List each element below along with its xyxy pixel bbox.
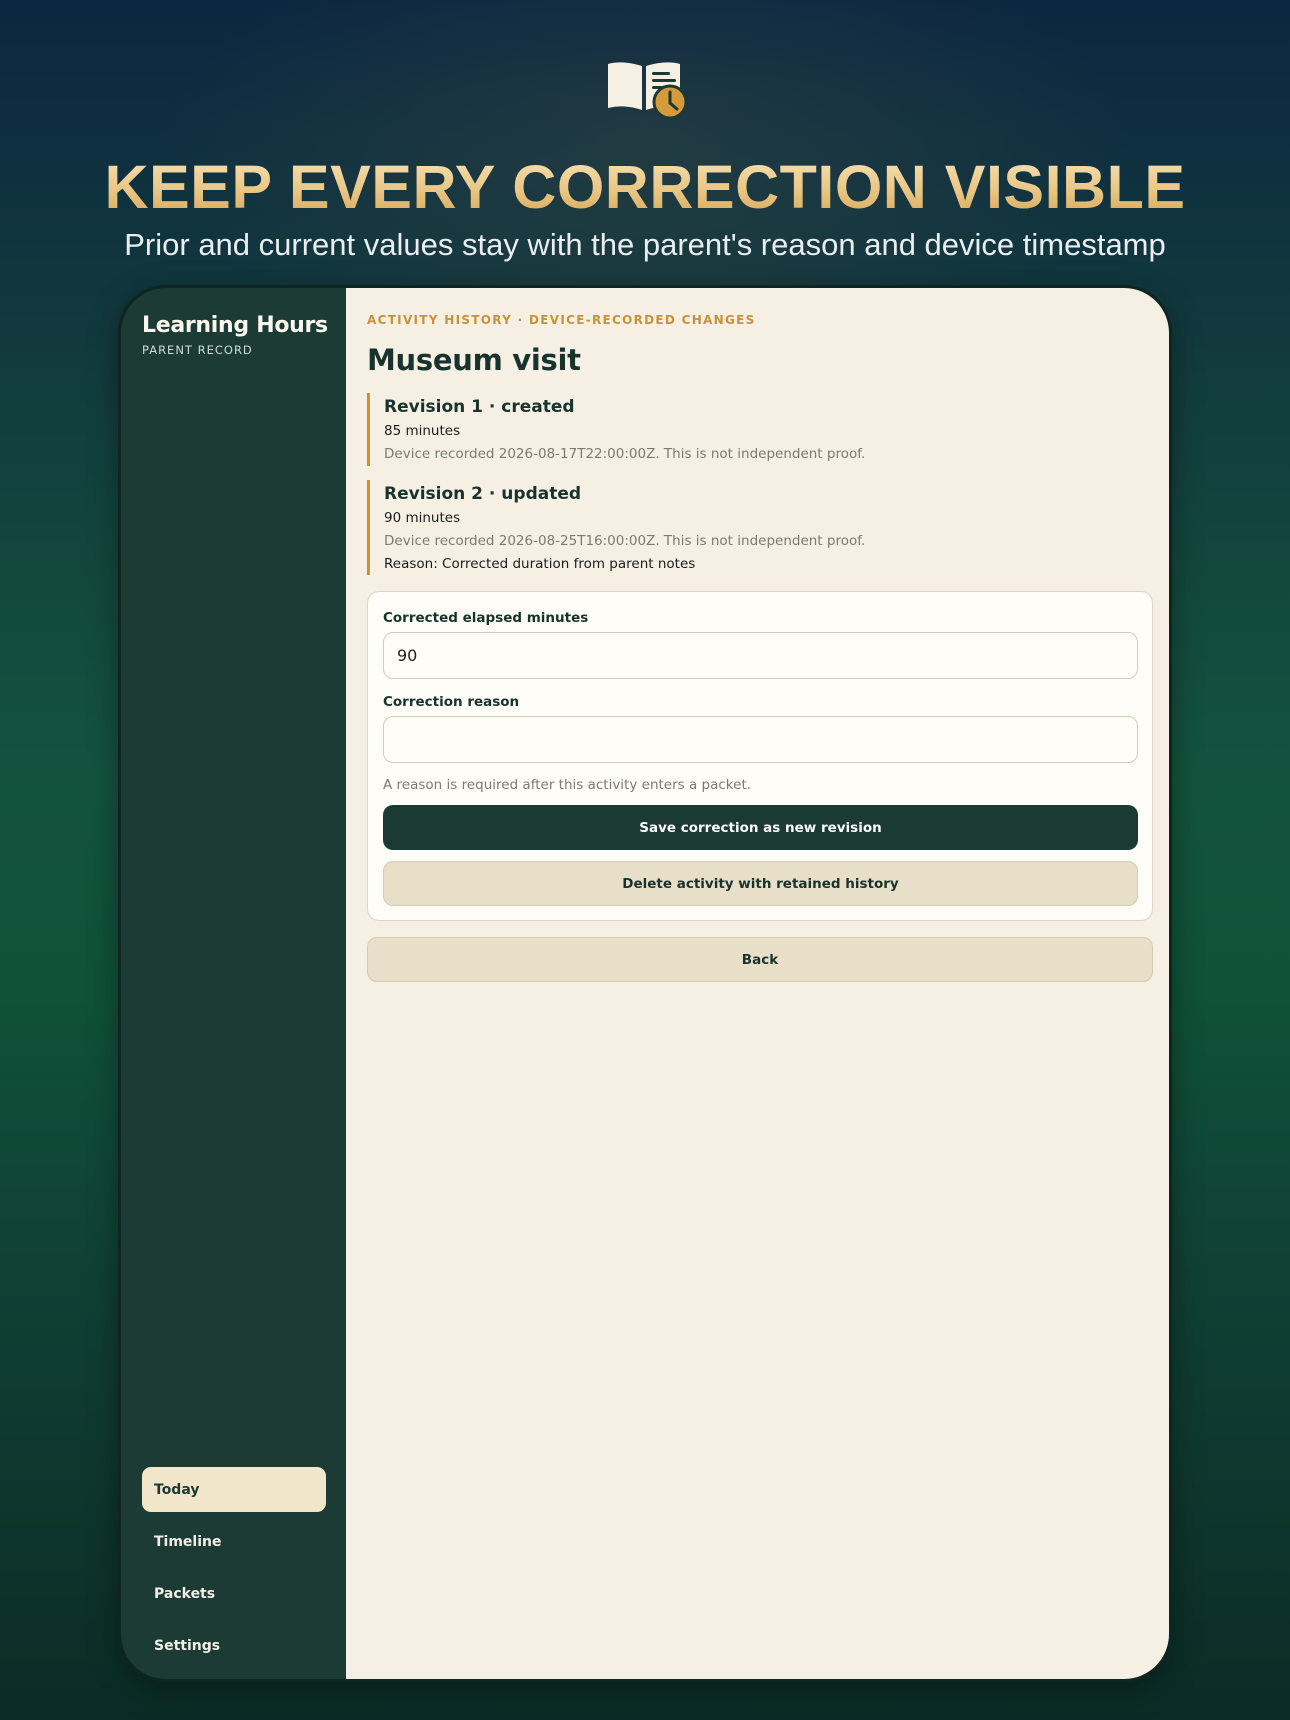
- revision-value: 85 minutes: [384, 423, 461, 439]
- section-kicker: ACTIVITY HISTORY · DEVICE-RECORDED CHANG…: [367, 313, 756, 327]
- app-subtitle: PARENT RECORD: [142, 343, 253, 357]
- revision-device-note: Device recorded 2026-08-17T22:00:00Z. Th…: [384, 446, 866, 462]
- sidebar-item-timeline[interactable]: Timeline: [142, 1519, 326, 1564]
- book-clock-icon: [608, 62, 688, 120]
- revision-entry: Revision 2 · updated 90 minutes Device r…: [367, 480, 1137, 575]
- hero-subhead: Prior and current values stay with the p…: [124, 227, 1166, 262]
- minutes-label: Corrected elapsed minutes: [383, 610, 589, 626]
- sidebar-item-today[interactable]: Today: [142, 1467, 326, 1512]
- app-title: Learning Hours: [142, 313, 328, 338]
- delete-activity-button[interactable]: Delete activity with retained history: [383, 861, 1138, 906]
- back-button[interactable]: Back: [367, 937, 1153, 982]
- hero-headline: KEEP EVERY CORRECTION VISIBLE: [0, 152, 1290, 222]
- revision-value: 90 minutes: [384, 510, 461, 526]
- reason-help-text: A reason is required after this activity…: [383, 777, 752, 793]
- revision-title: Revision 2 · updated: [384, 484, 582, 504]
- main-panel: ACTIVITY HISTORY · DEVICE-RECORDED CHANG…: [346, 288, 1169, 1679]
- minutes-input[interactable]: [383, 632, 1138, 679]
- sidebar-nav: Today Timeline Packets Settings: [142, 1467, 326, 1675]
- reason-input[interactable]: [383, 716, 1138, 763]
- revision-device-note: Device recorded 2026-08-25T16:00:00Z. Th…: [384, 533, 866, 549]
- revision-entry: Revision 1 · created 85 minutes Device r…: [367, 393, 1137, 466]
- page-title: Museum visit: [367, 343, 581, 377]
- app-window: Learning Hours PARENT RECORD Today Timel…: [118, 285, 1172, 1682]
- sidebar-item-packets[interactable]: Packets: [142, 1571, 326, 1616]
- sidebar-item-settings[interactable]: Settings: [142, 1623, 326, 1668]
- revision-title: Revision 1 · created: [384, 397, 575, 417]
- sidebar: Learning Hours PARENT RECORD Today Timel…: [121, 288, 346, 1679]
- reason-label: Correction reason: [383, 694, 520, 710]
- revision-reason: Reason: Corrected duration from parent n…: [384, 556, 696, 572]
- correction-form: Corrected elapsed minutes Correction rea…: [367, 591, 1153, 921]
- save-correction-button[interactable]: Save correction as new revision: [383, 805, 1138, 850]
